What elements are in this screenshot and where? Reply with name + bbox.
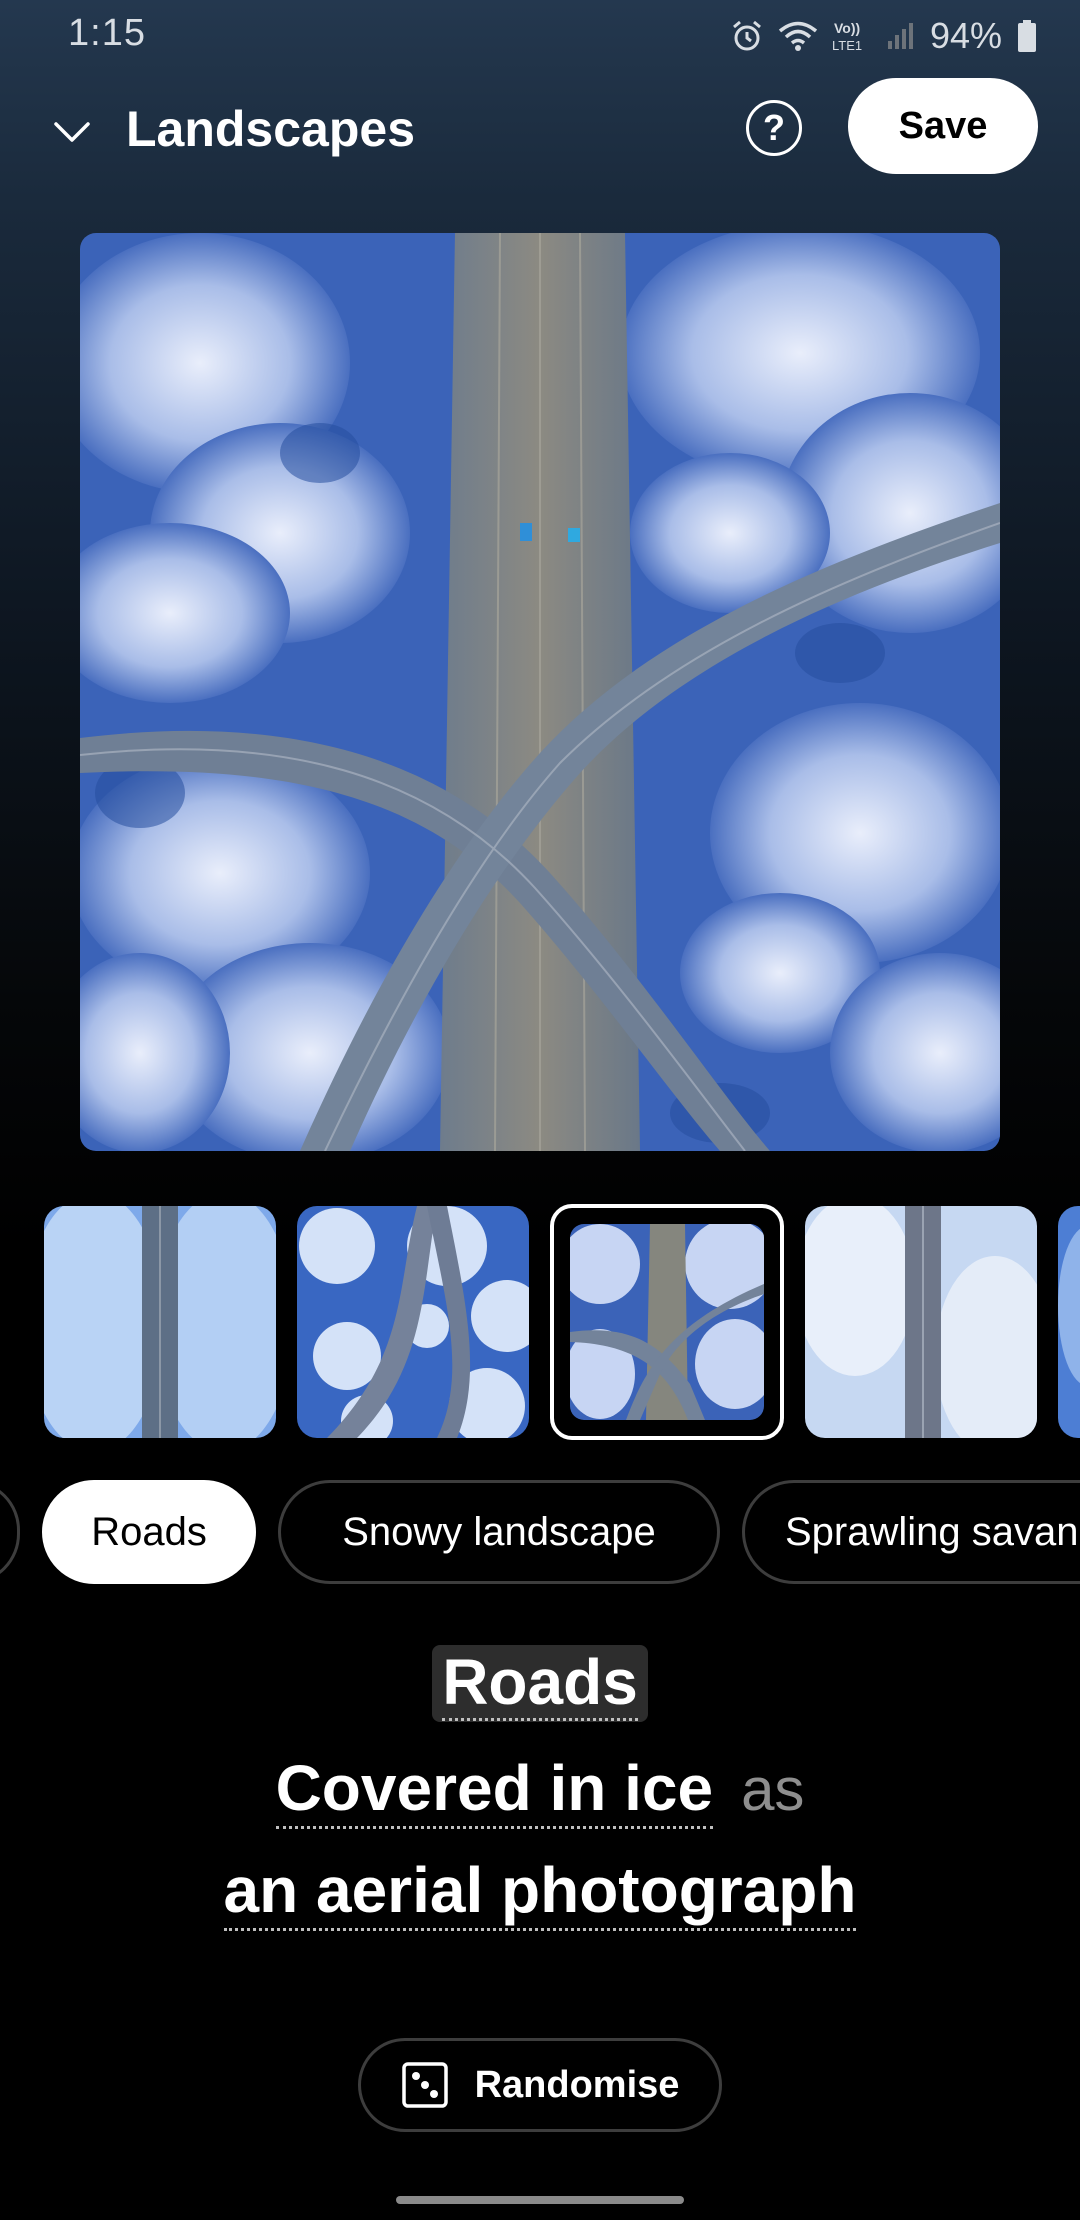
volte-icon: Vo)) LTE1 xyxy=(832,20,862,53)
status-bar: 1:15 Vo)) LTE1 94% xyxy=(0,0,1080,70)
thumbnail-5-partial[interactable] xyxy=(1058,1206,1080,1438)
prompt-connector: as xyxy=(741,1756,805,1823)
chip-roads[interactable]: Roads xyxy=(42,1480,256,1584)
alarm-icon xyxy=(732,20,761,51)
thumbnail-2[interactable] xyxy=(297,1206,529,1438)
status-time: 1:15 xyxy=(68,12,146,54)
chip-snowy-landscape[interactable]: Snowy landscape xyxy=(278,1480,720,1584)
collapse-button[interactable] xyxy=(46,106,98,158)
randomise-label: Randomise xyxy=(474,2063,680,2106)
header: Landscapes ? Save xyxy=(0,70,1080,190)
help-icon: ? xyxy=(763,107,785,148)
randomise-button[interactable]: Randomise xyxy=(358,2038,722,2132)
page-title: Landscapes xyxy=(126,101,416,157)
thumbnail-1[interactable] xyxy=(44,1206,276,1438)
save-button[interactable]: Save xyxy=(848,78,1038,174)
dice-icon xyxy=(401,2062,448,2108)
svg-text:Vo)): Vo)) xyxy=(834,20,860,36)
chevron-down-icon xyxy=(54,122,90,142)
chip-previous-partial[interactable] xyxy=(0,1480,20,1584)
chip-sprawling-savanna[interactable]: Sprawling savanna xyxy=(742,1480,1080,1584)
prompt-subject[interactable]: Roads xyxy=(432,1645,648,1723)
status-icons: Vo)) LTE1 94% xyxy=(730,14,1038,58)
help-button[interactable]: ? xyxy=(746,100,802,156)
svg-text:LTE1: LTE1 xyxy=(832,38,862,53)
category-chips: Roads Snowy landscape Sprawling savanna xyxy=(0,1480,1080,1586)
battery-icon xyxy=(1018,20,1036,52)
thumbnail-4[interactable] xyxy=(805,1206,1037,1438)
battery-percent: 94% xyxy=(929,15,1002,56)
thumbnail-strip xyxy=(0,1202,1080,1440)
wifi-icon xyxy=(778,21,818,51)
prompt-modifier[interactable]: Covered in ice xyxy=(275,1754,714,1830)
thumbnail-3-selected[interactable] xyxy=(550,1204,784,1440)
home-indicator[interactable] xyxy=(396,2196,684,2204)
signal-icon xyxy=(887,23,913,49)
main-preview-image[interactable] xyxy=(80,233,1000,1151)
prompt-style[interactable]: an aerial photograph xyxy=(223,1856,857,1932)
